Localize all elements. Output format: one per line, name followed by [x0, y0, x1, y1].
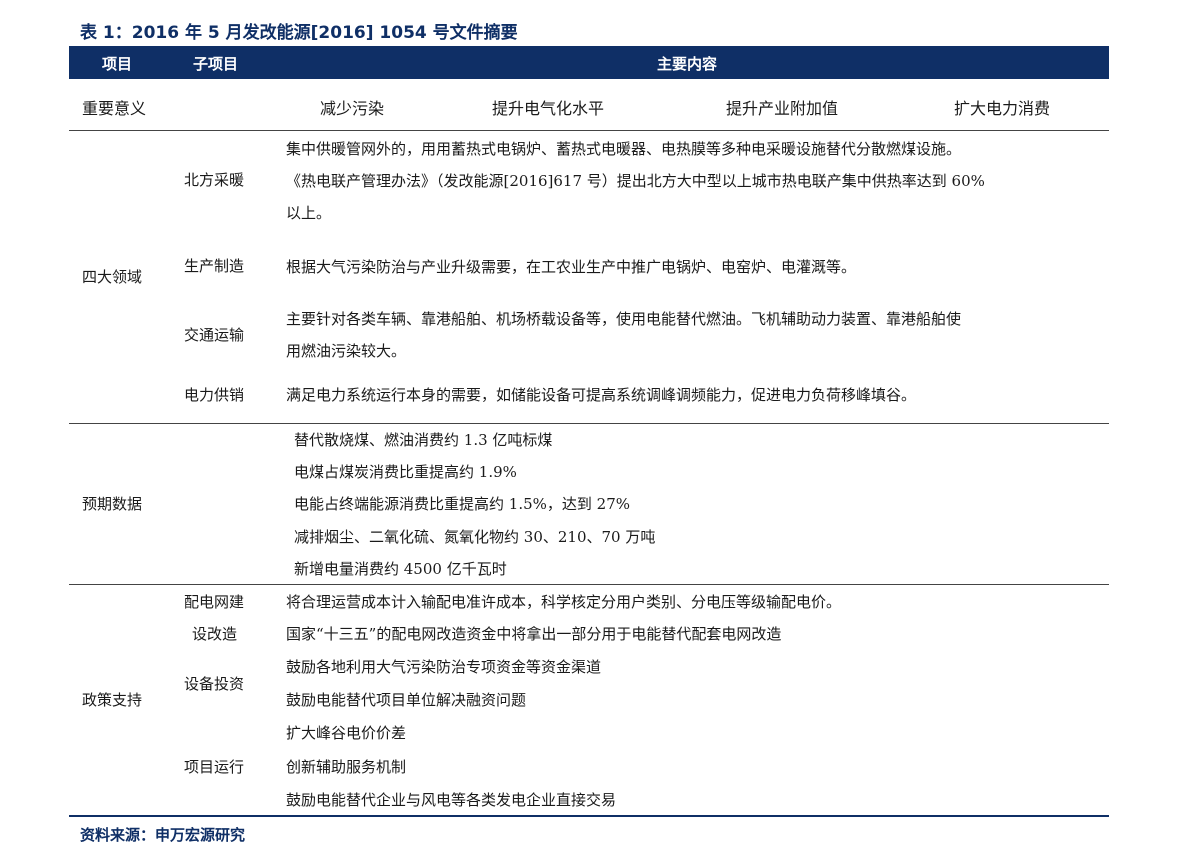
subitem-heating: 北方采暖	[184, 171, 245, 189]
significance-item: 减少污染	[320, 99, 385, 118]
content-line: 鼓励各地利用大气污染防治专项资金等资金渠道	[286, 658, 602, 676]
expected-line: 替代散烧煤、燃油消费约 1.3 亿吨标煤	[294, 431, 553, 449]
policy-label: 政策支持	[82, 691, 143, 709]
content-line: 根据大气污染防治与产业升级需要，在工农业生产中推广电锅炉、电窑炉、电灌溉等。	[286, 258, 857, 276]
significance-item: 提升产业附加值	[726, 99, 839, 118]
four-areas-label: 四大领域	[82, 268, 143, 286]
expected-line: 电能占终端能源消费比重提高约 1.5%，达到 27%	[294, 495, 630, 513]
content-line: 以上。	[286, 204, 332, 222]
content-line: 用燃油污染较大。	[286, 342, 407, 360]
table-header: 项目 子项目 主要内容	[69, 46, 1109, 79]
content-line: 主要针对各类车辆、靠港船舶、机场桥载设备等，使用电能替代燃油。飞机辅助动力装置、…	[286, 310, 962, 328]
significance-label: 重要意义	[82, 99, 147, 118]
content-line: 满足电力系统运行本身的需要，如储能设备可提高系统调峰调频能力，促进电力负荷移峰填…	[286, 386, 917, 404]
row-divider	[69, 423, 1109, 424]
content-line: 《热电联产管理办法》（发改能源[2016]617 号）提出北方大中型以上城市热电…	[286, 172, 985, 190]
content-line: 鼓励电能替代企业与风电等各类发电企业直接交易	[286, 791, 617, 809]
content-line: 鼓励电能替代项目单位解决融资问题	[286, 691, 527, 709]
content-line: 扩大峰谷电价价差	[286, 724, 407, 742]
row-divider	[69, 584, 1109, 585]
subitem-transport: 交通运输	[184, 326, 245, 344]
significance-item: 提升电气化水平	[492, 99, 605, 118]
expected-line: 减排烟尘、二氧化硫、氮氧化物约 30、210、70 万吨	[294, 528, 656, 546]
header-item: 项目	[102, 55, 133, 73]
subitem-operation: 项目运行	[184, 758, 245, 776]
expected-label: 预期数据	[82, 495, 143, 513]
significance-item: 扩大电力消费	[954, 99, 1051, 118]
subitem-manufacturing: 生产制造	[184, 257, 245, 275]
row-divider	[69, 130, 1109, 131]
subitem-grid-line2: 设改造	[192, 625, 238, 643]
subitem-investment: 设备投资	[184, 675, 245, 693]
header-content: 主要内容	[657, 55, 718, 73]
content-line: 创新辅助服务机制	[286, 758, 407, 776]
source-note: 资料来源：申万宏源研究	[80, 826, 246, 844]
expected-line: 电煤占煤炭消费比重提高约 1.9%	[294, 463, 517, 481]
content-line: 将合理运营成本计入输配电准许成本，科学核定分用户类别、分电压等级输配电价。	[286, 593, 842, 611]
table-caption: 表 1：2016 年 5 月发改能源[2016] 1054 号文件摘要	[80, 23, 518, 43]
subitem-power: 电力供销	[184, 386, 245, 404]
header-subitem: 子项目	[193, 55, 239, 73]
expected-line: 新增电量消费约 4500 亿千瓦时	[294, 560, 507, 578]
content-line: 国家“十三五”的配电网改造资金中将拿出一部分用于电能替代配套电网改造	[286, 625, 782, 643]
table-bottom-rule	[69, 815, 1109, 817]
subitem-grid-line1: 配电网建	[184, 593, 245, 611]
content-line: 集中供暖管网外的，用用蓄热式电锅炉、蓄热式电暖器、电热膜等多种电采暖设施替代分散…	[286, 140, 962, 158]
